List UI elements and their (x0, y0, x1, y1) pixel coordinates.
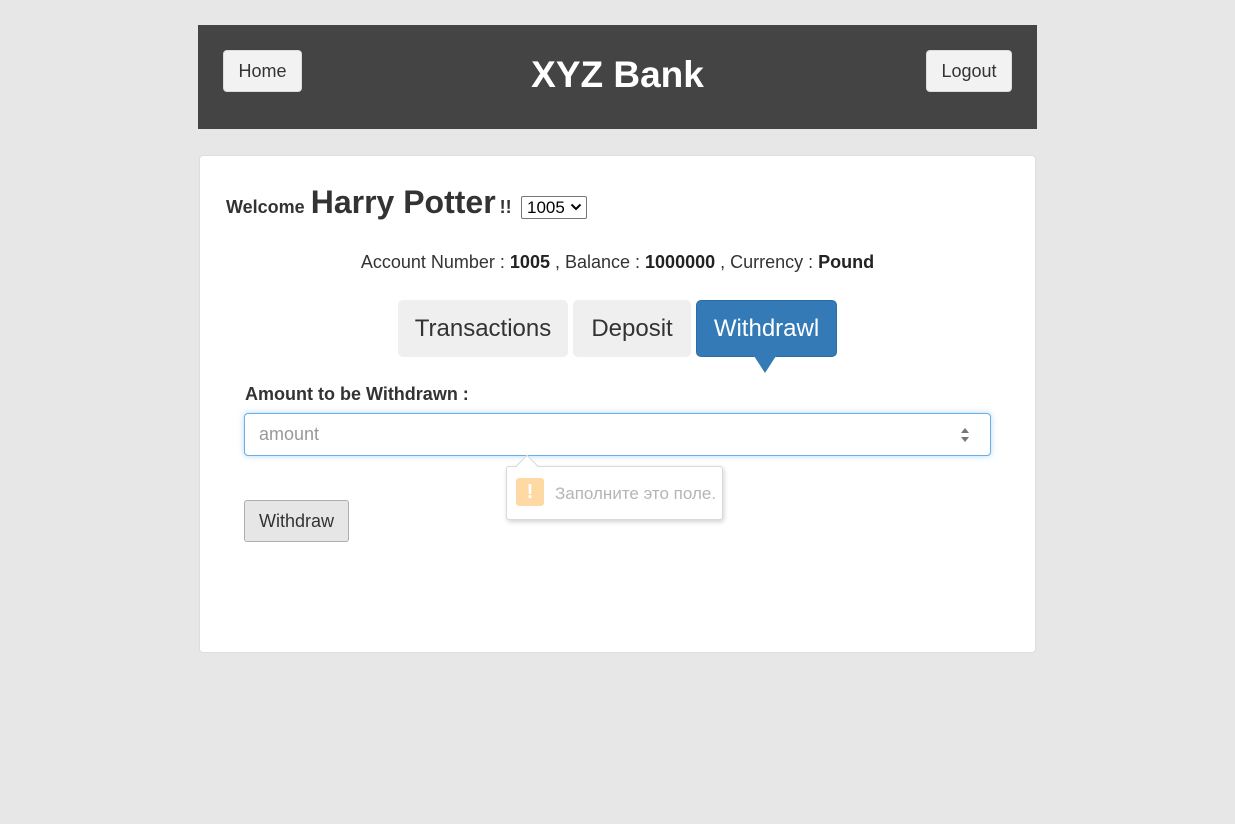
welcome-line: Welcome Harry Potter !! (226, 184, 512, 221)
balance-label: , Balance : (549, 252, 646, 272)
amount-input[interactable] (244, 413, 991, 456)
tab-transactions[interactable]: Transactions (398, 300, 568, 357)
account-panel: Welcome Harry Potter !! 1005 Account Num… (199, 155, 1036, 653)
tooltip-pointer (515, 454, 539, 478)
tab-deposit[interactable]: Deposit (573, 300, 691, 357)
chevron-down-icon (570, 199, 582, 218)
account-number-value: 1005 (509, 252, 550, 272)
customer-name: Harry Potter (310, 184, 496, 220)
account-summary: Account Number : 1005 , Balance : 100000… (200, 252, 1035, 273)
validation-message: Заполните это поле. (555, 484, 717, 503)
currency-label: , Currency : (715, 252, 819, 272)
welcome-label: Welcome (226, 197, 305, 217)
validation-tooltip: ! Заполните это поле. (506, 454, 723, 520)
exclamation-icon: ! (516, 478, 544, 506)
account-select-value: 1005 (527, 197, 565, 217)
amount-label: Amount to be Withdrawn : (245, 384, 469, 404)
currency-value: Pound (818, 252, 875, 272)
tab-withdrawl[interactable]: Withdrawl (696, 300, 837, 357)
bank-header: Home XYZ Bank Logout (198, 25, 1037, 129)
logout-button[interactable]: Logout (926, 50, 1012, 92)
account-select[interactable]: 1005 (521, 196, 587, 219)
welcome-exclaim: !! (499, 197, 512, 217)
number-spinner-icon[interactable] (959, 424, 971, 446)
bank-title: XYZ Bank (531, 54, 704, 95)
active-tab-pointer (754, 356, 776, 373)
balance-value: 1000000 (645, 252, 716, 272)
account-number-label: Account Number : (360, 252, 510, 272)
withdraw-button[interactable]: Withdraw (244, 500, 349, 542)
